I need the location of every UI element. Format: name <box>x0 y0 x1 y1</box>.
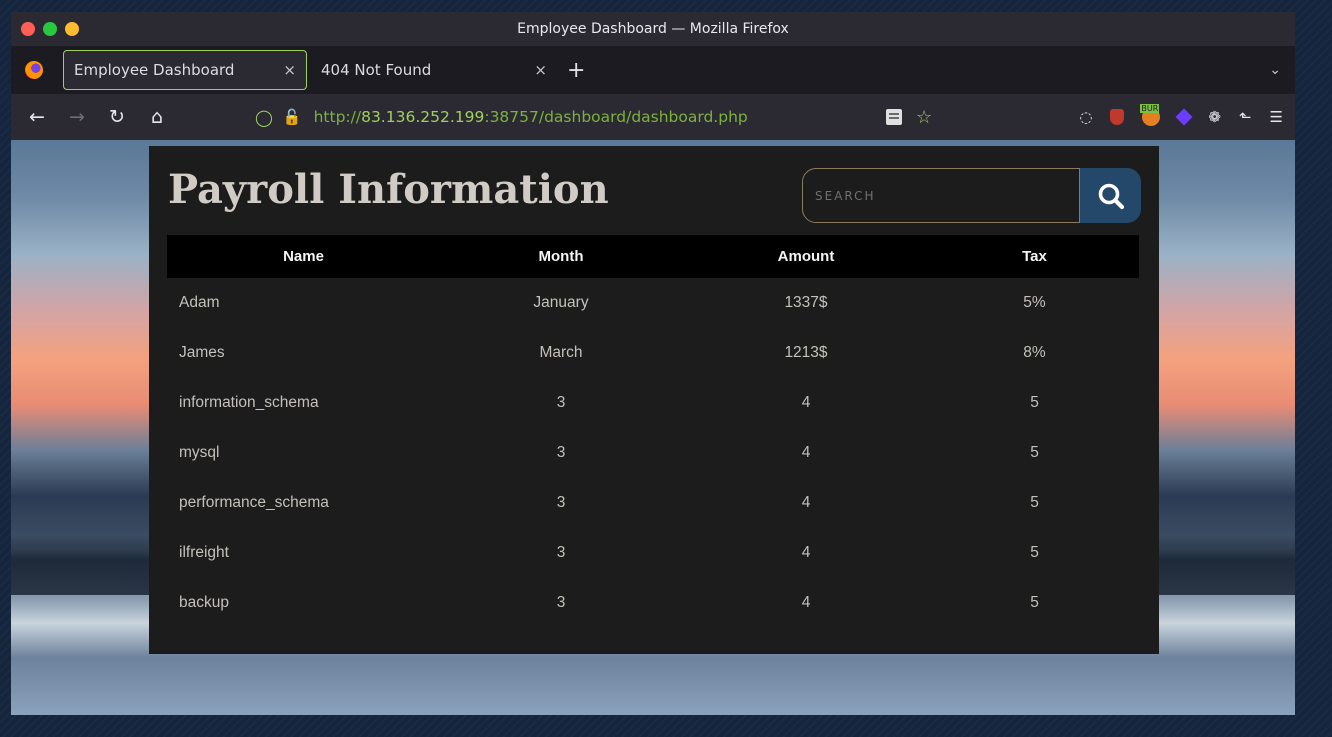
payroll-panel: Payroll Information Name Month Amount <box>149 146 1159 654</box>
cell-name: information_schema <box>179 394 319 411</box>
tab-404-not-found[interactable]: 404 Not Found × <box>311 50 557 90</box>
url-actions: ☆ <box>886 107 932 128</box>
reader-view-icon[interactable] <box>886 109 902 125</box>
new-tab-button[interactable]: + <box>567 58 585 83</box>
navigation-bar: ← → ↻ ⌂ ◯ 🔓 http://83.136.252.199:38757/… <box>11 94 1295 140</box>
cell-amount: 1337$ <box>784 294 828 311</box>
home-button[interactable]: ⌂ <box>137 106 177 128</box>
cell-month: 3 <box>556 594 566 611</box>
cell-tax: 5 <box>1030 594 1039 611</box>
tab-close-icon[interactable]: × <box>283 61 296 79</box>
url-bar[interactable]: ◯ 🔓 http://83.136.252.199:38757/dashboar… <box>255 108 748 127</box>
cell-tax: 5 <box>1030 444 1039 461</box>
cell-name: Adam <box>179 294 220 311</box>
burp-extension-icon[interactable] <box>1140 104 1161 126</box>
cell-name: ilfreight <box>179 544 229 561</box>
search-form <box>802 168 1141 223</box>
cell-tax: 8% <box>1023 344 1046 361</box>
share-icon[interactable]: ⬑ <box>1239 108 1252 126</box>
cell-month: 3 <box>556 544 566 561</box>
tab-bar: Employee Dashboard × 404 Not Found × + ⌄ <box>11 46 1295 94</box>
cell-tax: 5% <box>1023 294 1046 311</box>
page-viewport: Payroll Information Name Month Amount <box>11 140 1295 715</box>
search-button[interactable] <box>1080 168 1141 223</box>
cell-amount: 4 <box>801 594 811 611</box>
table-row: mysql 3 4 5 <box>167 428 1139 478</box>
cell-month: January <box>533 294 589 311</box>
search-input[interactable] <box>802 168 1080 223</box>
tab-label: Employee Dashboard <box>74 61 235 79</box>
cell-name: backup <box>179 594 229 611</box>
tab-label: 404 Not Found <box>321 61 432 79</box>
payroll-table: Name Month Amount Tax Adam January 1337$… <box>167 235 1139 628</box>
menu-icon[interactable]: ☰ <box>1270 108 1283 126</box>
back-button[interactable]: ← <box>17 106 57 128</box>
diamond-extension-icon[interactable] <box>1175 108 1193 126</box>
cell-tax: 5 <box>1030 394 1039 411</box>
cell-name: James <box>179 344 225 361</box>
window-title: Employee Dashboard — Mozilla Firefox <box>517 21 789 37</box>
tracking-protection-icon[interactable]: ◯ <box>255 108 273 127</box>
cell-month: 3 <box>556 494 566 511</box>
tab-close-icon[interactable]: × <box>534 61 547 79</box>
cell-amount: 4 <box>801 494 811 511</box>
column-header-tax: Tax <box>1022 248 1047 265</box>
column-header-name: Name <box>283 248 324 265</box>
insecure-lock-icon[interactable]: 🔓 <box>283 108 302 126</box>
tab-employee-dashboard[interactable]: Employee Dashboard × <box>63 50 307 90</box>
cookie-extension-icon[interactable]: ❁ <box>1208 108 1221 126</box>
title-bar: Employee Dashboard — Mozilla Firefox <box>11 12 1295 46</box>
cell-amount: 1213$ <box>784 344 828 361</box>
cell-amount: 4 <box>801 394 811 411</box>
cell-month: 3 <box>556 444 566 461</box>
extensions-toolbar: ◌ ❁ ⬑ ☰ <box>1079 104 1283 126</box>
forward-button[interactable]: → <box>57 106 97 128</box>
ublock-origin-icon[interactable] <box>1110 109 1125 125</box>
cell-month: 3 <box>556 394 566 411</box>
table-row: information_schema 3 4 5 <box>167 378 1139 428</box>
cell-name: mysql <box>179 444 220 461</box>
table-row: ilfreight 3 4 5 <box>167 528 1139 578</box>
list-all-tabs-icon[interactable]: ⌄ <box>1269 62 1281 78</box>
mask-extension-icon[interactable]: ◌ <box>1079 108 1092 126</box>
reload-button[interactable]: ↻ <box>97 106 137 128</box>
table-row: Adam January 1337$ 5% <box>167 278 1139 328</box>
column-header-month: Month <box>538 248 584 265</box>
cell-tax: 5 <box>1030 494 1039 511</box>
column-header-amount: Amount <box>777 248 835 265</box>
firefox-logo-icon <box>25 61 43 79</box>
magnifier-icon <box>1098 183 1124 209</box>
table-header-row: Name Month Amount Tax <box>167 235 1139 278</box>
cell-amount: 4 <box>801 444 811 461</box>
bookmark-star-icon[interactable]: ☆ <box>916 107 932 128</box>
browser-window: Employee Dashboard — Mozilla Firefox Emp… <box>11 12 1295 715</box>
table-row: performance_schema 3 4 5 <box>167 478 1139 528</box>
table-row: James March 1213$ 8% <box>167 328 1139 378</box>
table-row: backup 3 4 5 <box>167 578 1139 628</box>
page-title: Payroll Information <box>168 166 609 213</box>
cell-name: performance_schema <box>179 494 329 511</box>
cell-month: March <box>539 344 583 361</box>
cell-amount: 4 <box>801 544 811 561</box>
url-text[interactable]: http://83.136.252.199:38757/dashboard/da… <box>314 108 748 126</box>
cell-tax: 5 <box>1030 544 1039 561</box>
